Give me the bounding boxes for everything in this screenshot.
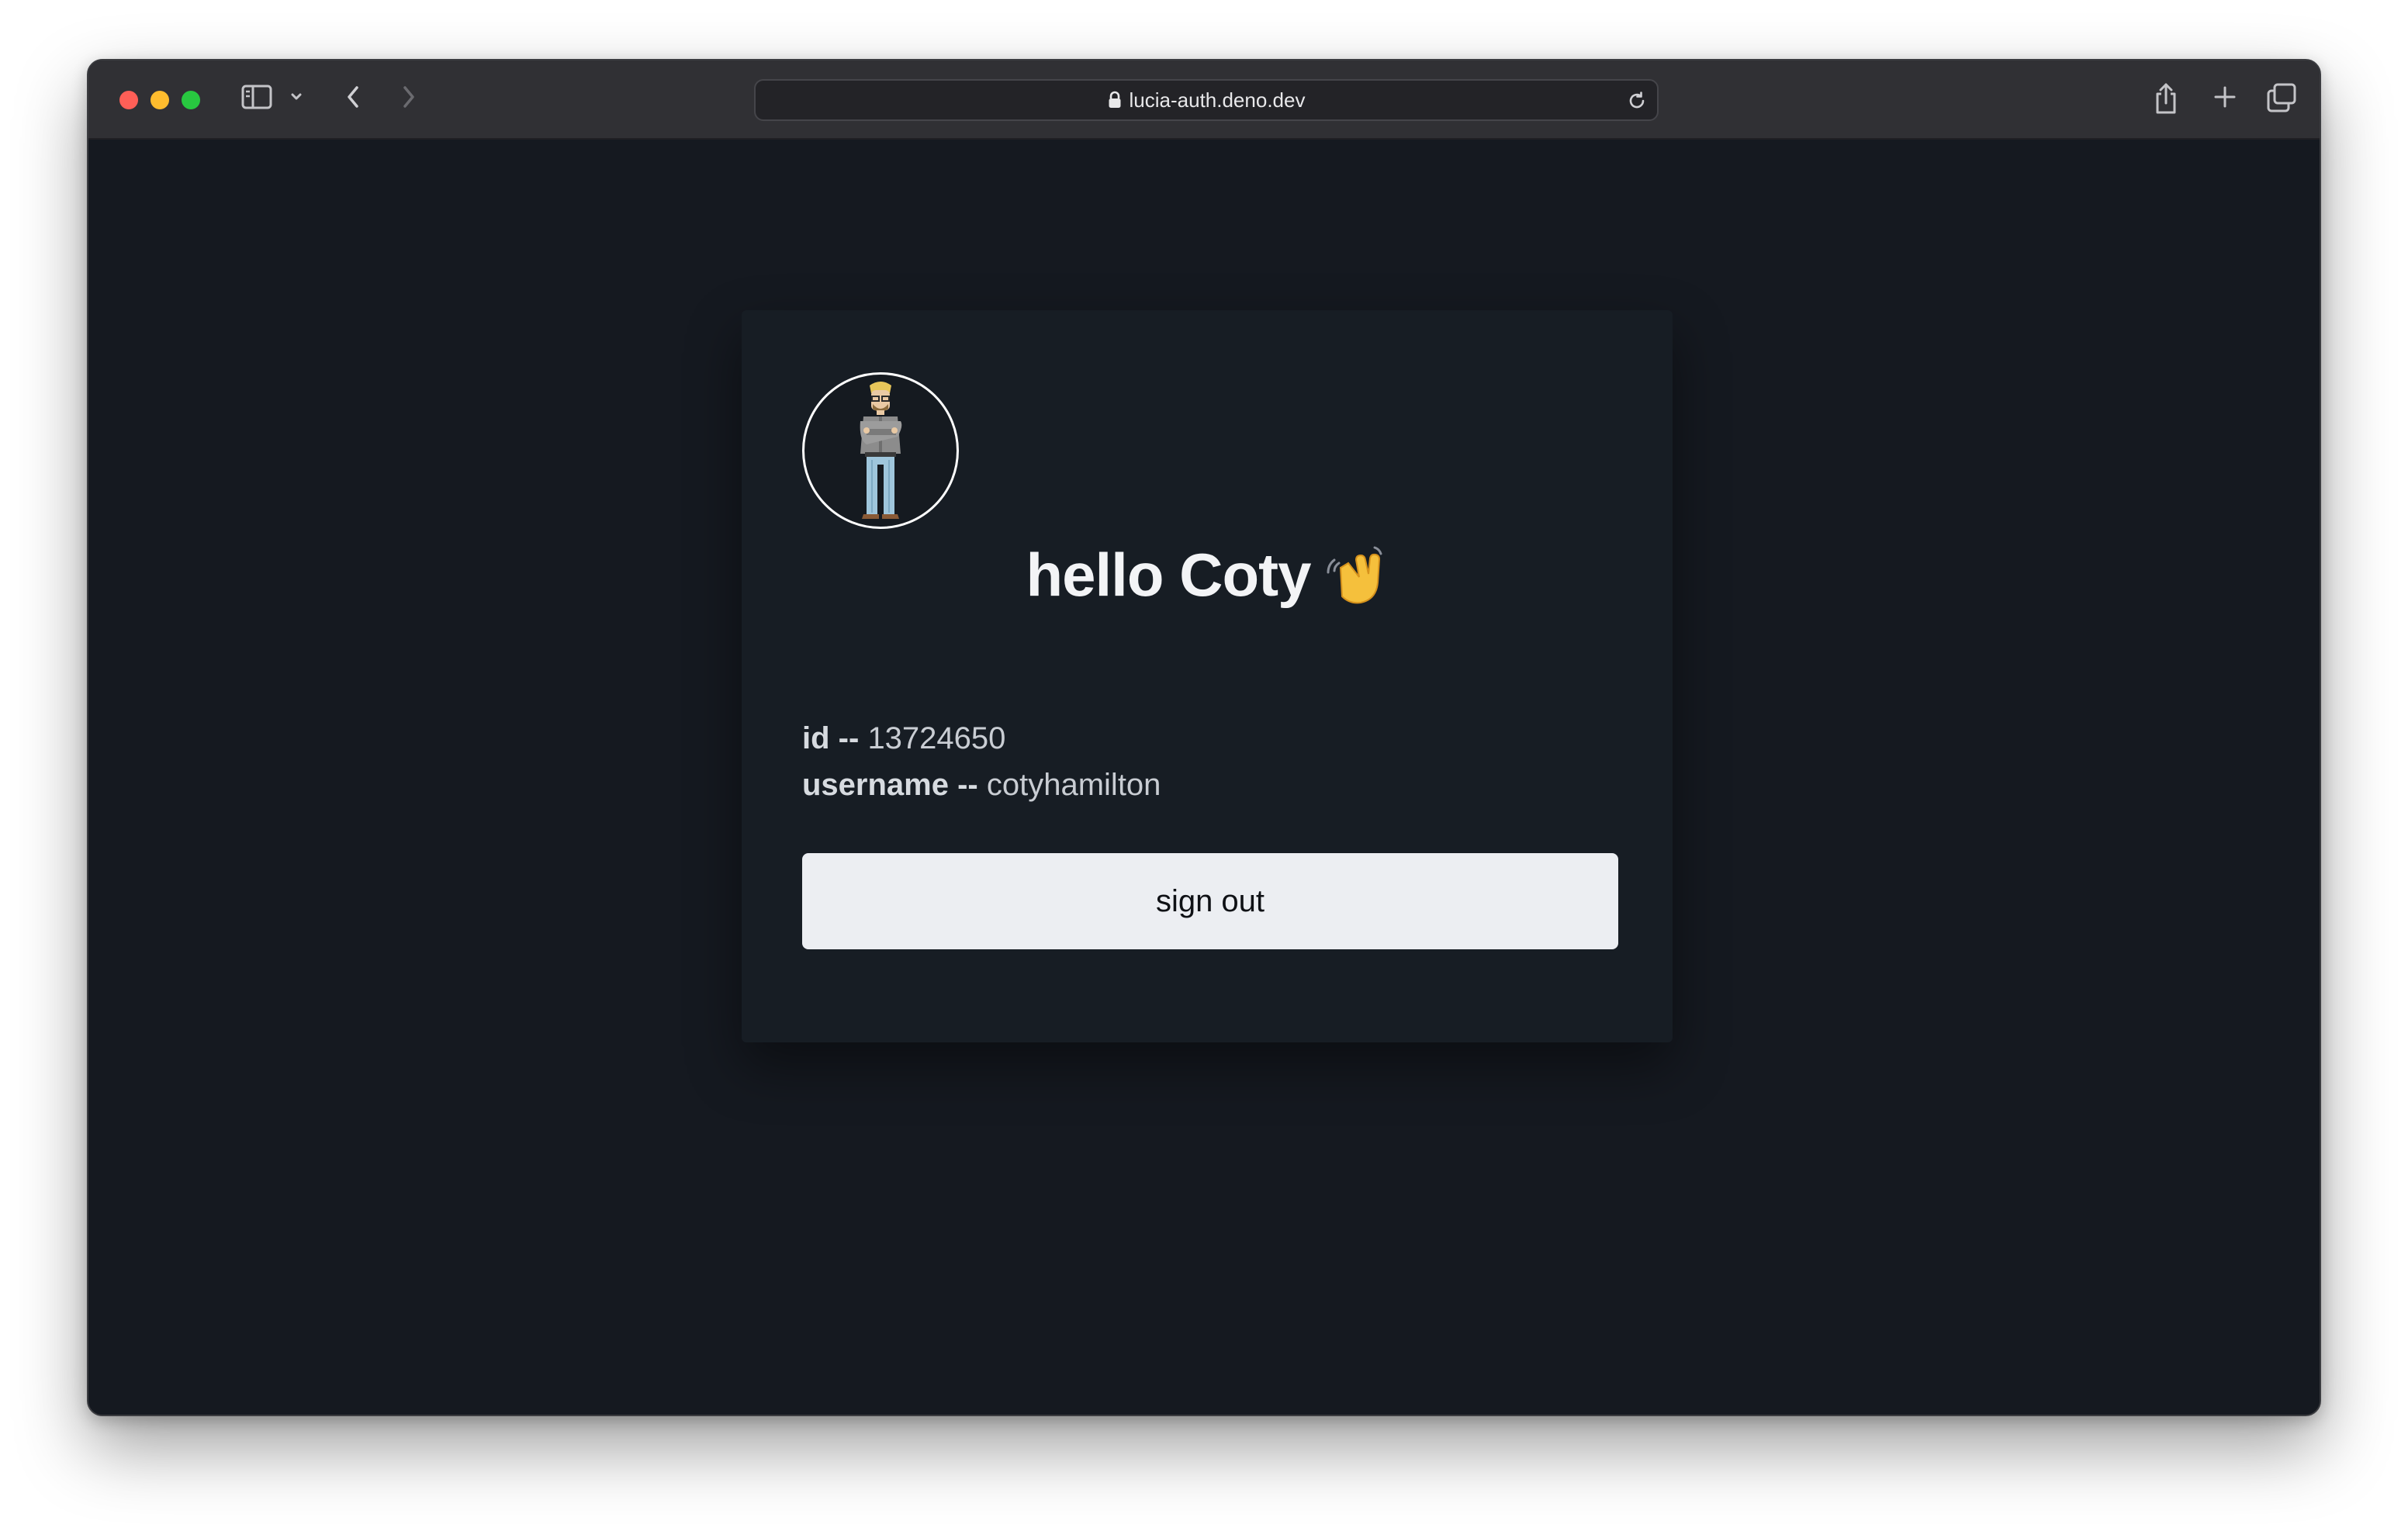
sidebar-icon	[241, 85, 272, 109]
profile-card: hello Coty id -- 13724650 username -- co…	[742, 310, 1673, 1042]
username-label: username --	[802, 768, 978, 802]
page-content: hello Coty id -- 13724650 username -- co…	[88, 140, 2320, 1415]
sidebar-menu-button[interactable]	[289, 81, 304, 112]
address-display: lucia-auth.deno.dev	[756, 81, 1657, 119]
user-id-value: 13724650	[867, 721, 1006, 755]
user-info: id -- 13724650 username -- cotyhamilton	[802, 715, 1161, 808]
tabs-overview-icon	[2267, 83, 2296, 112]
reload-button[interactable]	[1626, 90, 1648, 116]
chevron-left-icon	[348, 86, 358, 108]
reload-icon	[1629, 92, 1645, 109]
chevron-right-icon	[403, 86, 414, 108]
share-icon	[2156, 83, 2176, 114]
sidebar-toggle-button[interactable]	[240, 81, 273, 112]
browser-window: lucia-auth.deno.dev hello Coty id -- 137…	[87, 59, 2321, 1416]
chevron-down-icon	[291, 93, 302, 100]
new-tab-button[interactable]	[2209, 81, 2240, 112]
greeting-text: hello Coty	[1026, 541, 1311, 610]
close-window-button[interactable]	[119, 91, 138, 109]
user-id-label: id --	[802, 721, 860, 755]
tab-overview-button[interactable]	[2265, 81, 2298, 114]
greeting-heading: hello Coty	[742, 540, 1673, 620]
avatar	[802, 372, 959, 529]
lock-icon	[1109, 91, 1121, 108]
back-button[interactable]	[340, 81, 368, 112]
username-row: username -- cotyhamilton	[802, 762, 1161, 808]
sign-out-button[interactable]: sign out	[802, 853, 1618, 949]
user-id-row: id -- 13724650	[802, 715, 1161, 762]
url-text: lucia-auth.deno.dev	[1129, 88, 1306, 112]
forward-button[interactable]	[394, 81, 422, 112]
avatar-character-illustration	[860, 382, 902, 519]
username-value: cotyhamilton	[986, 768, 1161, 802]
zoom-window-button[interactable]	[182, 91, 200, 109]
share-button[interactable]	[2150, 81, 2181, 116]
address-bar[interactable]: lucia-auth.deno.dev	[754, 79, 1659, 121]
minimize-window-button[interactable]	[150, 91, 169, 109]
plus-icon	[2214, 86, 2236, 108]
browser-toolbar: lucia-auth.deno.dev	[88, 60, 2320, 140]
waving-hand-icon	[1323, 540, 1389, 620]
